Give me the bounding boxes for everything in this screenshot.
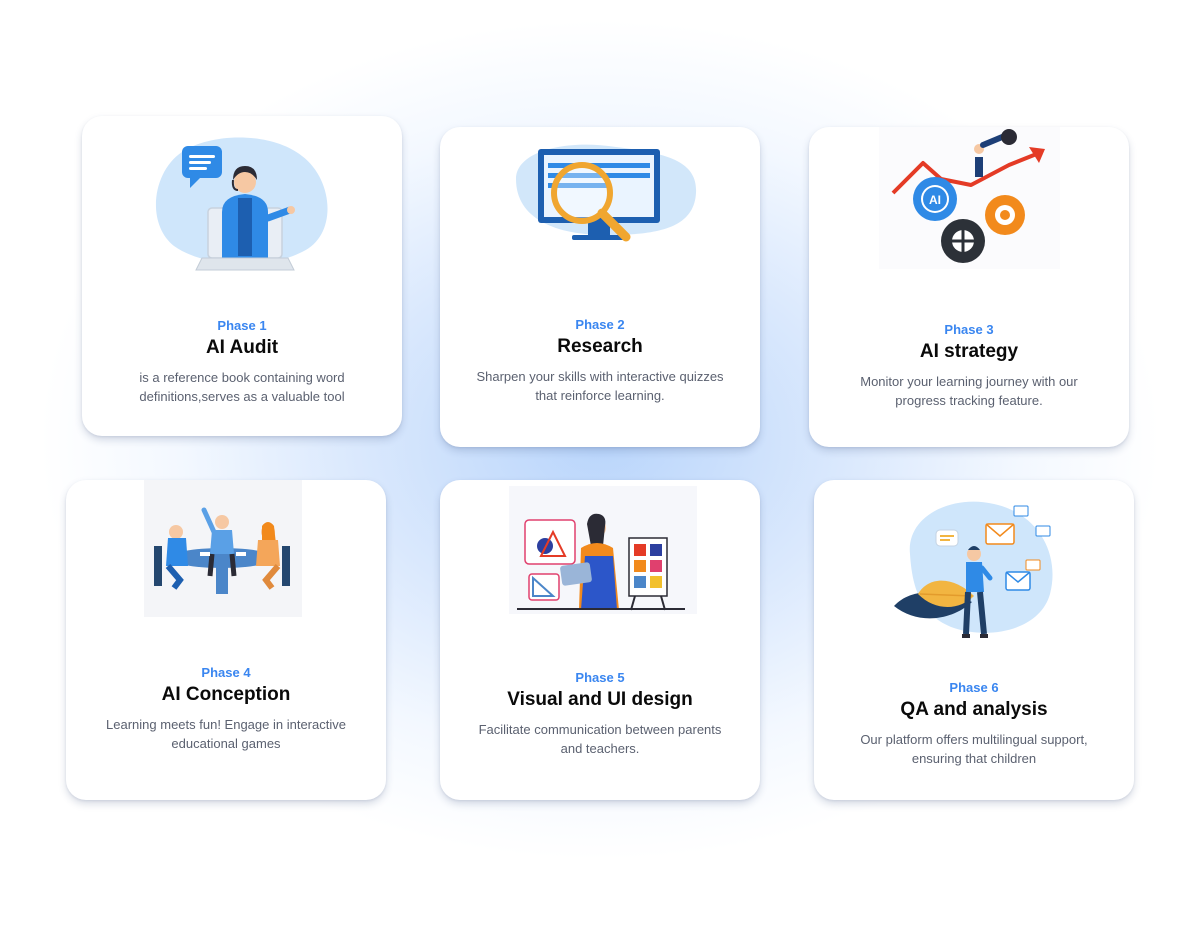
phase-label: Phase 4 — [201, 665, 251, 680]
phase-title: Research — [557, 336, 643, 357]
phase-description: Learning meets fun! Engage in interactiv… — [106, 717, 346, 751]
phase-card-3[interactable]: AI Phase 3 AI strategy Monitor your lear… — [809, 127, 1129, 447]
phase-title: Visual and UI design — [507, 689, 693, 710]
phase-description: Our platform offers multilingual support… — [860, 732, 1088, 766]
phase-card-4[interactable]: Phase 4 AI Conception Learning meets fun… — [66, 480, 386, 800]
designer-with-tablet-illustration — [509, 486, 697, 614]
monitor-magnifier-illustration — [506, 139, 698, 251]
phase-card-5[interactable]: Phase 5 Visual and UI design Facilitate … — [440, 480, 760, 800]
person-with-messages-illustration — [890, 494, 1060, 648]
phase-label: Phase 2 — [575, 317, 625, 332]
phase-title: QA and analysis — [900, 699, 1048, 720]
phase-description: Facilitate communication between parents… — [478, 722, 722, 756]
phase-label: Phase 5 — [575, 670, 625, 685]
phase-title: AI strategy — [919, 341, 1019, 362]
ai-icon-text: AI — [929, 193, 941, 207]
phase-description: Monitor your learning journey with our p… — [860, 374, 1078, 408]
team-at-table-illustration — [144, 480, 302, 617]
phase-title: AI Audit — [205, 337, 279, 358]
phase-label: Phase 1 — [217, 318, 267, 333]
phase-card-1[interactable]: Phase 1 AI Audit is a reference book con… — [82, 116, 402, 436]
phase-description: is a reference book containing word defi… — [139, 370, 345, 404]
phase-description: Sharpen your skills with interactive qui… — [476, 369, 724, 403]
phase-label: Phase 3 — [944, 322, 994, 337]
phase-card-6[interactable]: Phase 6 QA and analysis Our platform off… — [814, 480, 1134, 800]
phase-label: Phase 6 — [949, 680, 999, 695]
phase-card-2[interactable]: Phase 2 Research Sharpen your skills wit… — [440, 127, 760, 447]
ai-gears-growth-illustration: AI — [879, 127, 1060, 269]
phase-title: AI Conception — [161, 684, 291, 705]
support-agent-laptop-illustration — [152, 134, 334, 274]
